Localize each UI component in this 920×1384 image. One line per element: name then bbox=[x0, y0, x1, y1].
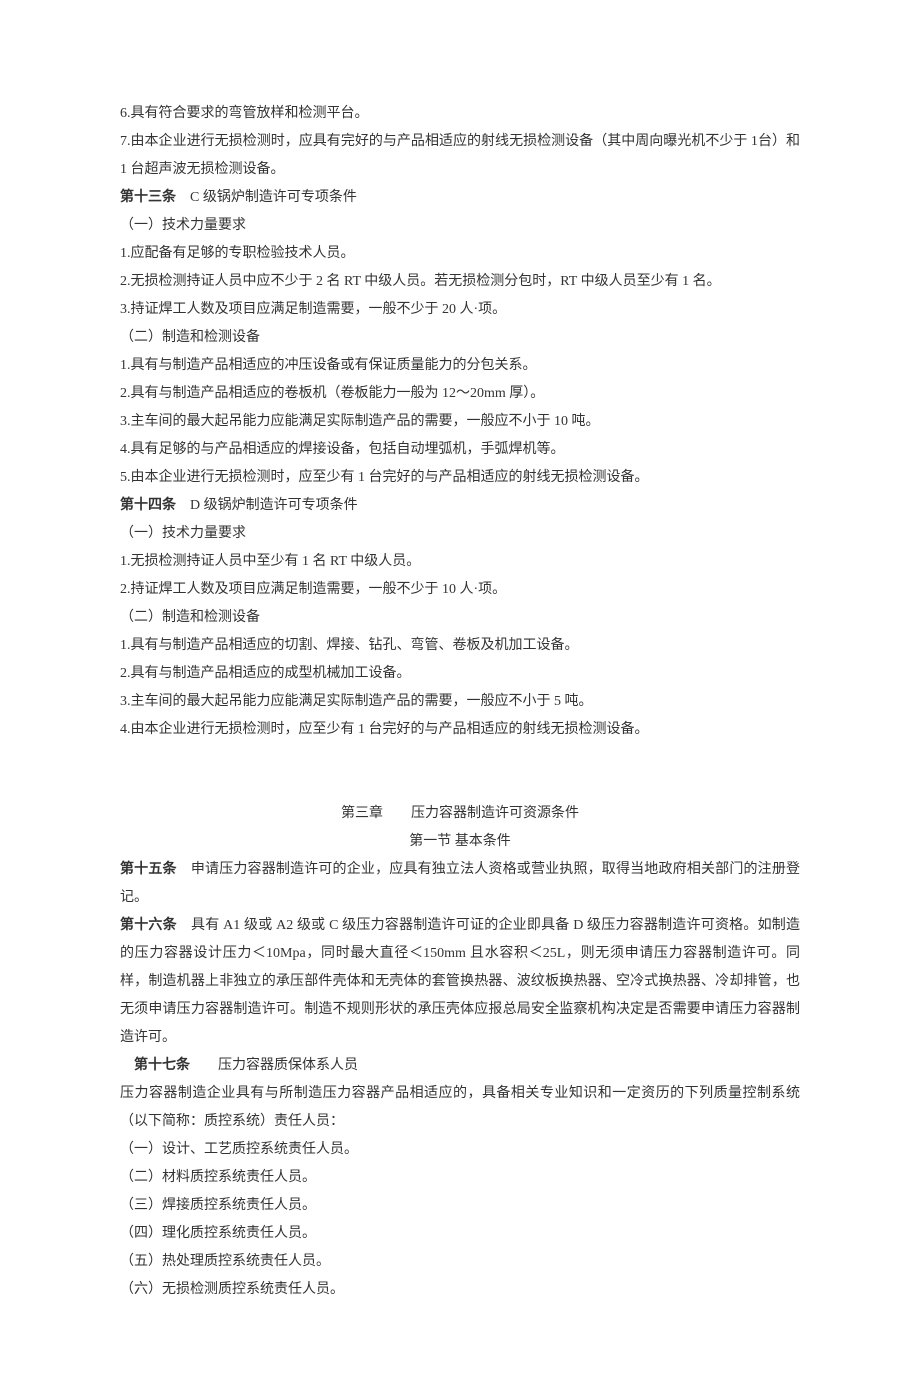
article-label: 第十三条 bbox=[120, 190, 176, 205]
article-text: 具有 A1 级或 A2 级或 C 级压力容器制造许可证的企业即具备 D 级压力容… bbox=[120, 918, 800, 1045]
article-title: D 级锅炉制造许可专项条件 bbox=[176, 498, 358, 513]
article-heading: 第十七条 压力容器质保体系人员 bbox=[120, 1052, 800, 1080]
article-heading: 第十三条 C 级锅炉制造许可专项条件 bbox=[120, 184, 800, 212]
article-label: 第十七条 bbox=[120, 1058, 190, 1073]
list-item: 3.持证焊工人数及项目应满足制造需要，一般不少于 20 人·项。 bbox=[120, 296, 800, 324]
article-label: 第十五条 bbox=[120, 862, 177, 877]
subheading: （二）制造和检测设备 bbox=[120, 324, 800, 352]
body-text: 6.具有符合要求的弯管放样和检测平台。 bbox=[120, 100, 800, 128]
list-item: 2.持证焊工人数及项目应满足制造需要，一般不少于 10 人·项。 bbox=[120, 576, 800, 604]
list-item: （四）理化质控系统责任人员。 bbox=[120, 1220, 800, 1248]
list-item: 4.具有足够的与产品相适应的焊接设备，包括自动埋弧机，手弧焊机等。 bbox=[120, 436, 800, 464]
list-item: 1.具有与制造产品相适应的冲压设备或有保证质量能力的分包关系。 bbox=[120, 352, 800, 380]
section-title: 第一节 基本条件 bbox=[120, 828, 800, 856]
article-text: 申请压力容器制造许可的企业，应具有独立法人资格或营业执照，取得当地政府相关部门的… bbox=[120, 862, 800, 905]
subheading: （一）技术力量要求 bbox=[120, 520, 800, 548]
list-item: 1.无损检测持证人员中至少有 1 名 RT 中级人员。 bbox=[120, 548, 800, 576]
list-item: 1.应配备有足够的专职检验技术人员。 bbox=[120, 240, 800, 268]
list-item: （二）材料质控系统责任人员。 bbox=[120, 1164, 800, 1192]
list-item: （五）热处理质控系统责任人员。 bbox=[120, 1248, 800, 1276]
article-paragraph: 第十六条 具有 A1 级或 A2 级或 C 级压力容器制造许可证的企业即具备 D… bbox=[120, 912, 800, 1052]
list-item: 2.无损检测持证人员中应不少于 2 名 RT 中级人员。若无损检测分包时，RT … bbox=[120, 268, 800, 296]
body-text: 压力容器制造企业具有与所制造压力容器产品相适应的，具备相关专业知识和一定资历的下… bbox=[120, 1080, 800, 1136]
list-item: （三）焊接质控系统责任人员。 bbox=[120, 1192, 800, 1220]
list-item: 1.具有与制造产品相适应的切割、焊接、钻孔、弯管、卷板及机加工设备。 bbox=[120, 632, 800, 660]
list-item: 3.主车间的最大起吊能力应能满足实际制造产品的需要，一般应不小于 10 吨。 bbox=[120, 408, 800, 436]
list-item: 2.具有与制造产品相适应的成型机械加工设备。 bbox=[120, 660, 800, 688]
spacer bbox=[120, 744, 800, 800]
subheading: （二）制造和检测设备 bbox=[120, 604, 800, 632]
list-item: 5.由本企业进行无损检测时，应至少有 1 台完好的与产品相适应的射线无损检测设备… bbox=[120, 464, 800, 492]
list-item: （一）设计、工艺质控系统责任人员。 bbox=[120, 1136, 800, 1164]
list-item: 4.由本企业进行无损检测时，应至少有 1 台完好的与产品相适应的射线无损检测设备… bbox=[120, 716, 800, 744]
list-item: 2.具有与制造产品相适应的卷板机（卷板能力一般为 12～20mm 厚）。 bbox=[120, 380, 800, 408]
list-item: （六）无损检测质控系统责任人员。 bbox=[120, 1276, 800, 1304]
list-item: 3.主车间的最大起吊能力应能满足实际制造产品的需要，一般应不小于 5 吨。 bbox=[120, 688, 800, 716]
article-paragraph: 第十五条 申请压力容器制造许可的企业，应具有独立法人资格或营业执照，取得当地政府… bbox=[120, 856, 800, 912]
article-title: 压力容器质保体系人员 bbox=[190, 1058, 358, 1073]
chapter-title: 第三章 压力容器制造许可资源条件 bbox=[120, 800, 800, 828]
article-label: 第十四条 bbox=[120, 498, 176, 513]
subheading: （一）技术力量要求 bbox=[120, 212, 800, 240]
article-title: C 级锅炉制造许可专项条件 bbox=[176, 190, 357, 205]
article-heading: 第十四条 D 级锅炉制造许可专项条件 bbox=[120, 492, 800, 520]
body-text: 7.由本企业进行无损检测时，应具有完好的与产品相适应的射线无损检测设备（其中周向… bbox=[120, 128, 800, 184]
article-label: 第十六条 bbox=[120, 918, 177, 933]
